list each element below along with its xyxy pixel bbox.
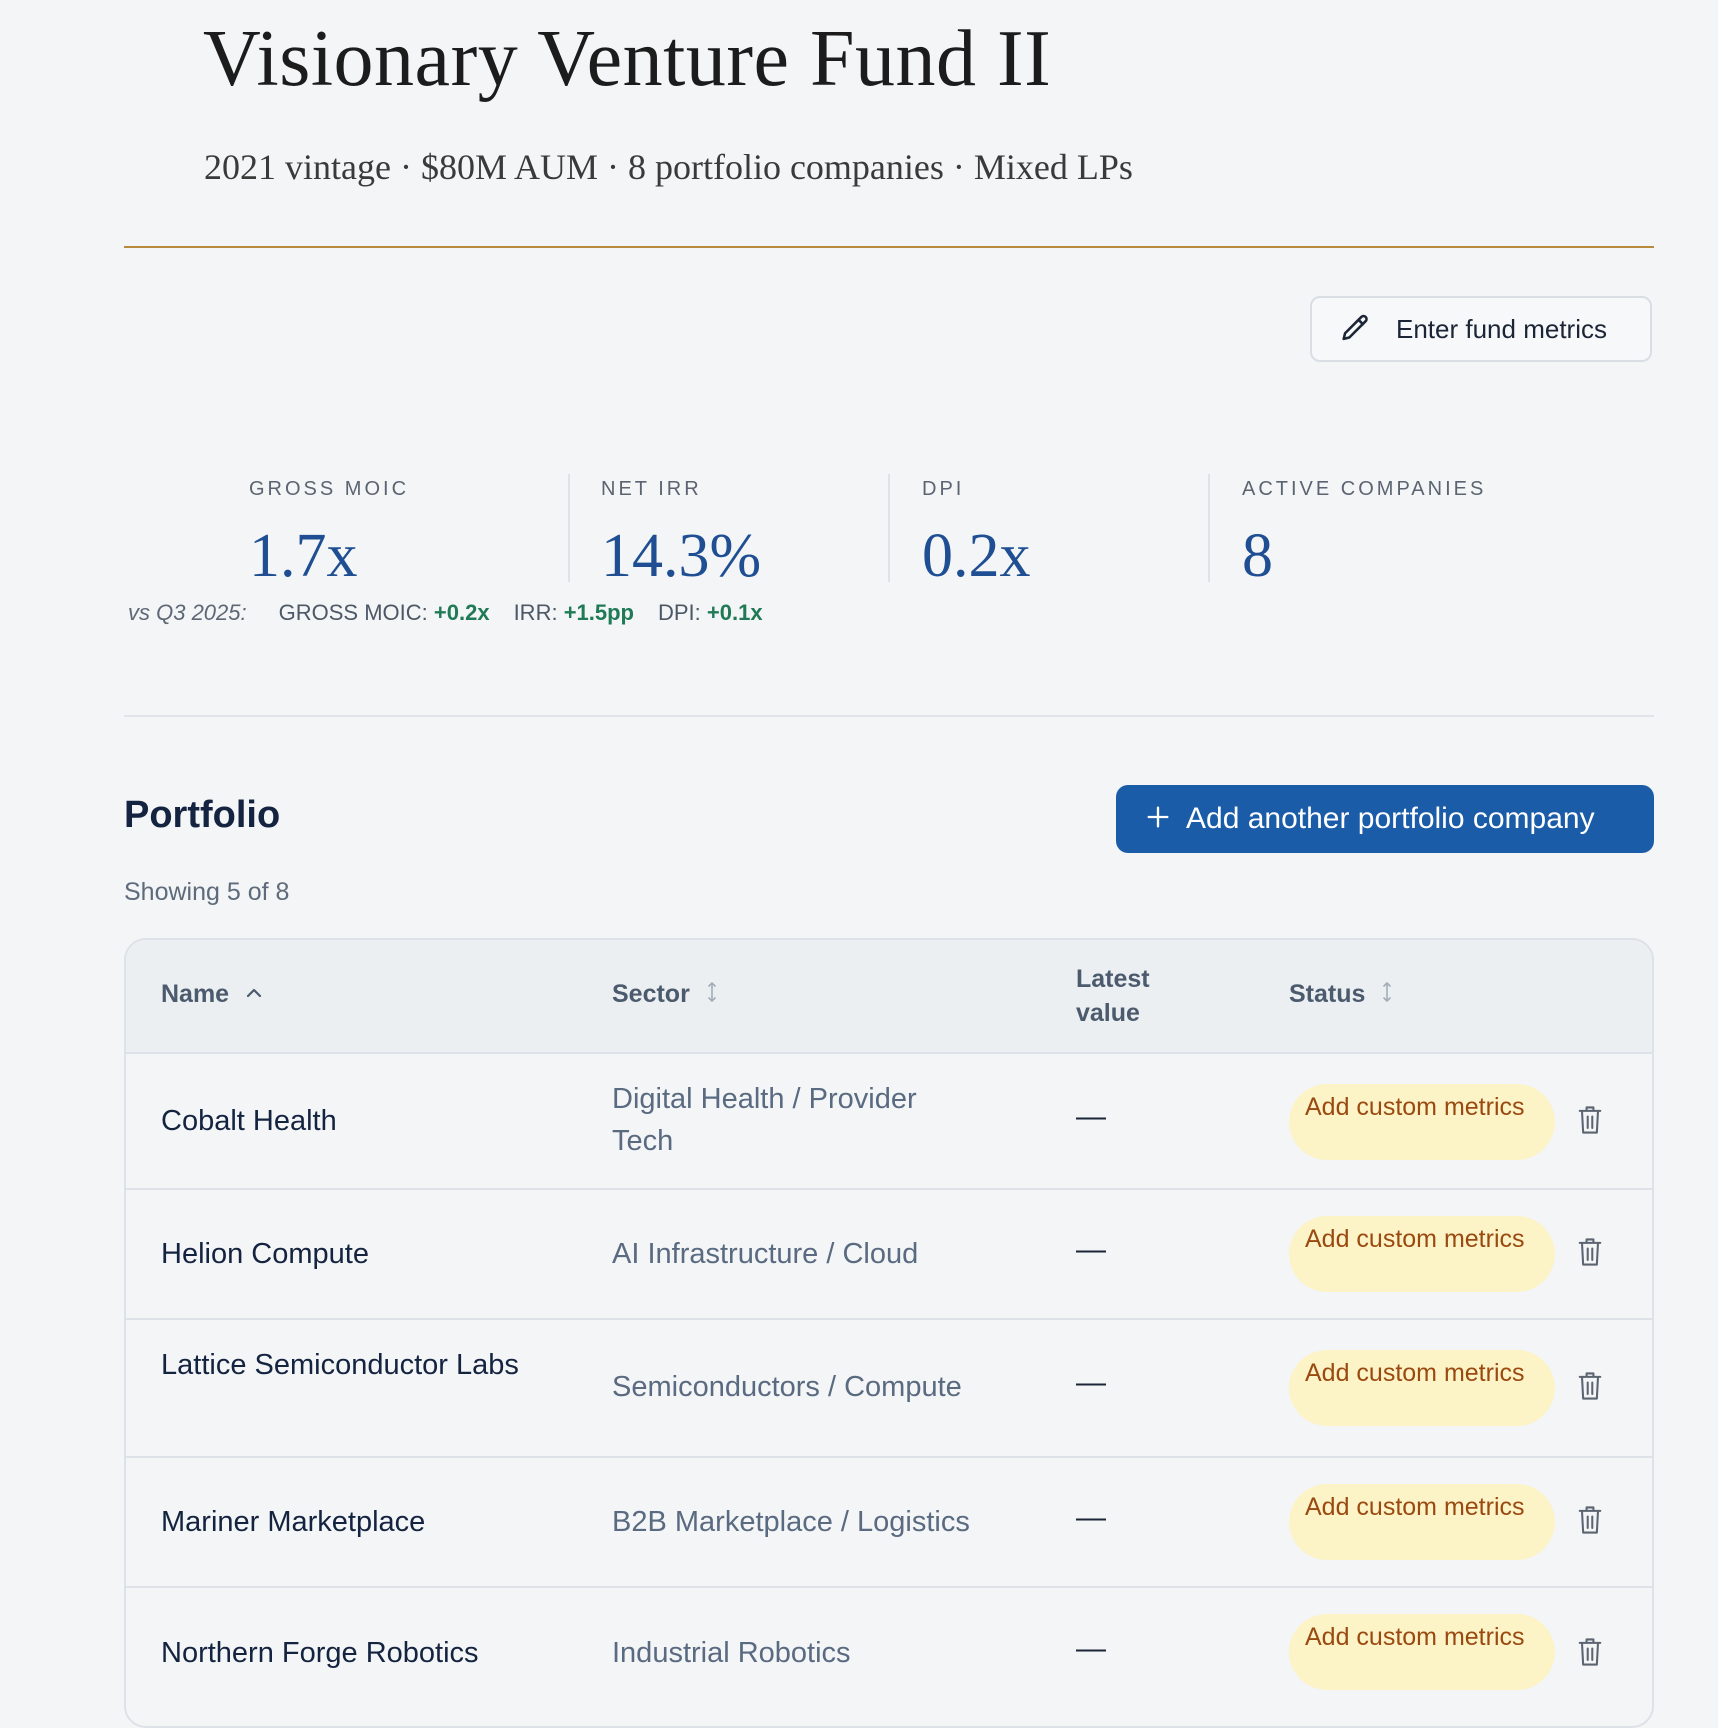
column-label: Status	[1289, 980, 1366, 1008]
trash-icon[interactable]	[1576, 1636, 1606, 1670]
status-badge[interactable]: Add custom metrics	[1289, 1084, 1555, 1160]
portfolio-table: Name Sector Latest value Status Cobalt H…	[124, 938, 1654, 1728]
delta-irr: IRR: +1.5pp	[514, 600, 634, 626]
metric-value: 0.2x	[922, 522, 1031, 590]
company-latest-value: —	[1076, 1501, 1106, 1534]
showing-count: Showing 5 of 8	[124, 878, 290, 906]
metric-value: 1.7x	[249, 522, 358, 590]
status-badge[interactable]: Add custom metrics	[1289, 1484, 1555, 1560]
status-badge[interactable]: Add custom metrics	[1289, 1350, 1555, 1426]
sort-icon	[706, 981, 718, 1008]
metric-gross-moic: GROSS MOIC 1.7x	[249, 478, 409, 592]
company-sector: Digital Health / Provider Tech	[612, 1083, 917, 1157]
company-name[interactable]: Mariner Marketplace	[161, 1501, 521, 1543]
metric-divider	[888, 474, 890, 582]
add-portfolio-company-button[interactable]: Add another portfolio company	[1116, 785, 1654, 853]
deltas-comparison-label: vs Q3 2025:	[128, 600, 247, 625]
table-row[interactable]: Helion Compute AI Infrastructure / Cloud…	[126, 1190, 1652, 1320]
trash-icon[interactable]	[1576, 1504, 1606, 1538]
column-header-status[interactable]: Status	[1289, 980, 1393, 1009]
trash-icon[interactable]	[1576, 1370, 1606, 1404]
table-row[interactable]: Cobalt Health Digital Health / Provider …	[126, 1054, 1652, 1190]
plus-icon	[1144, 801, 1172, 837]
status-badge[interactable]: Add custom metrics	[1289, 1614, 1555, 1690]
section-divider	[124, 715, 1654, 717]
delta-value: +0.2x	[433, 600, 490, 625]
column-header-latest-value[interactable]: Latest value	[1076, 962, 1186, 1030]
delta-label: IRR:	[513, 600, 558, 625]
table-header: Name Sector Latest value Status	[126, 940, 1652, 1054]
column-label: Name	[161, 980, 230, 1008]
delta-gross-moic: GROSS MOIC: +0.2x	[279, 600, 490, 626]
table-row[interactable]: Northern Forge Robotics Industrial Robot…	[126, 1588, 1652, 1718]
fund-subtitle: 2021 vintage · $80M AUM · 8 portfolio co…	[204, 147, 1133, 187]
company-latest-value: —	[1076, 1632, 1106, 1665]
quarter-deltas: vs Q3 2025: GROSS MOIC: +0.2x IRR: +1.5p…	[128, 600, 787, 626]
table-row[interactable]: Mariner Marketplace B2B Marketplace / Lo…	[126, 1458, 1652, 1588]
company-name[interactable]: Northern Forge Robotics	[161, 1632, 521, 1674]
metric-label: DPI	[922, 478, 965, 500]
sort-icon	[1381, 981, 1393, 1008]
status-badge[interactable]: Add custom metrics	[1289, 1216, 1555, 1292]
enter-fund-metrics-button[interactable]: Enter fund metrics	[1310, 296, 1652, 362]
column-header-name[interactable]: Name	[161, 980, 263, 1009]
delta-label: GROSS MOIC:	[278, 600, 428, 625]
company-sector: B2B Marketplace / Logistics	[612, 1506, 970, 1538]
company-latest-value: —	[1076, 1366, 1106, 1399]
table-row[interactable]: Lattice Semiconductor Labs Semiconductor…	[126, 1320, 1652, 1458]
delta-value: +0.1x	[706, 600, 763, 625]
company-latest-value: —	[1076, 1233, 1106, 1266]
metric-divider	[568, 474, 570, 582]
metric-active-companies: ACTIVE COMPANIES 8	[1242, 478, 1486, 592]
company-name[interactable]: Helion Compute	[161, 1233, 521, 1275]
company-latest-value: —	[1076, 1100, 1106, 1133]
column-label: Sector	[612, 980, 690, 1008]
delta-dpi: DPI: +0.1x	[658, 600, 763, 626]
company-name[interactable]: Cobalt Health	[161, 1100, 521, 1142]
column-label: Latest value	[1076, 965, 1150, 1027]
company-sector: Industrial Robotics	[612, 1637, 851, 1669]
page-title: Visionary Venture Fund II	[203, 15, 1052, 103]
pencil-icon	[1338, 311, 1374, 347]
metric-dpi: DPI 0.2x	[922, 478, 1031, 592]
metric-value: 8	[1242, 522, 1273, 590]
column-header-sector[interactable]: Sector	[612, 980, 718, 1009]
metric-value: 14.3%	[601, 522, 762, 590]
metric-divider	[1208, 474, 1210, 582]
chevron-up-icon	[245, 984, 263, 1005]
metric-label: NET IRR	[601, 478, 702, 500]
delta-value: +1.5pp	[563, 600, 634, 625]
metric-net-irr: NET IRR 14.3%	[601, 478, 761, 592]
trash-icon[interactable]	[1576, 1236, 1606, 1270]
company-sector: AI Infrastructure / Cloud	[612, 1238, 919, 1270]
metric-label: ACTIVE COMPANIES	[1242, 478, 1487, 500]
delta-label: DPI:	[658, 600, 701, 625]
portfolio-heading: Portfolio	[124, 794, 281, 836]
add-portfolio-company-label: Add another portfolio company	[1186, 802, 1595, 835]
trash-icon[interactable]	[1576, 1104, 1606, 1138]
metric-label: GROSS MOIC	[249, 478, 410, 500]
company-name[interactable]: Lattice Semiconductor Labs	[161, 1344, 521, 1386]
company-sector: Semiconductors / Compute	[612, 1371, 962, 1403]
header-divider	[124, 246, 1654, 248]
enter-fund-metrics-label: Enter fund metrics	[1396, 313, 1607, 344]
